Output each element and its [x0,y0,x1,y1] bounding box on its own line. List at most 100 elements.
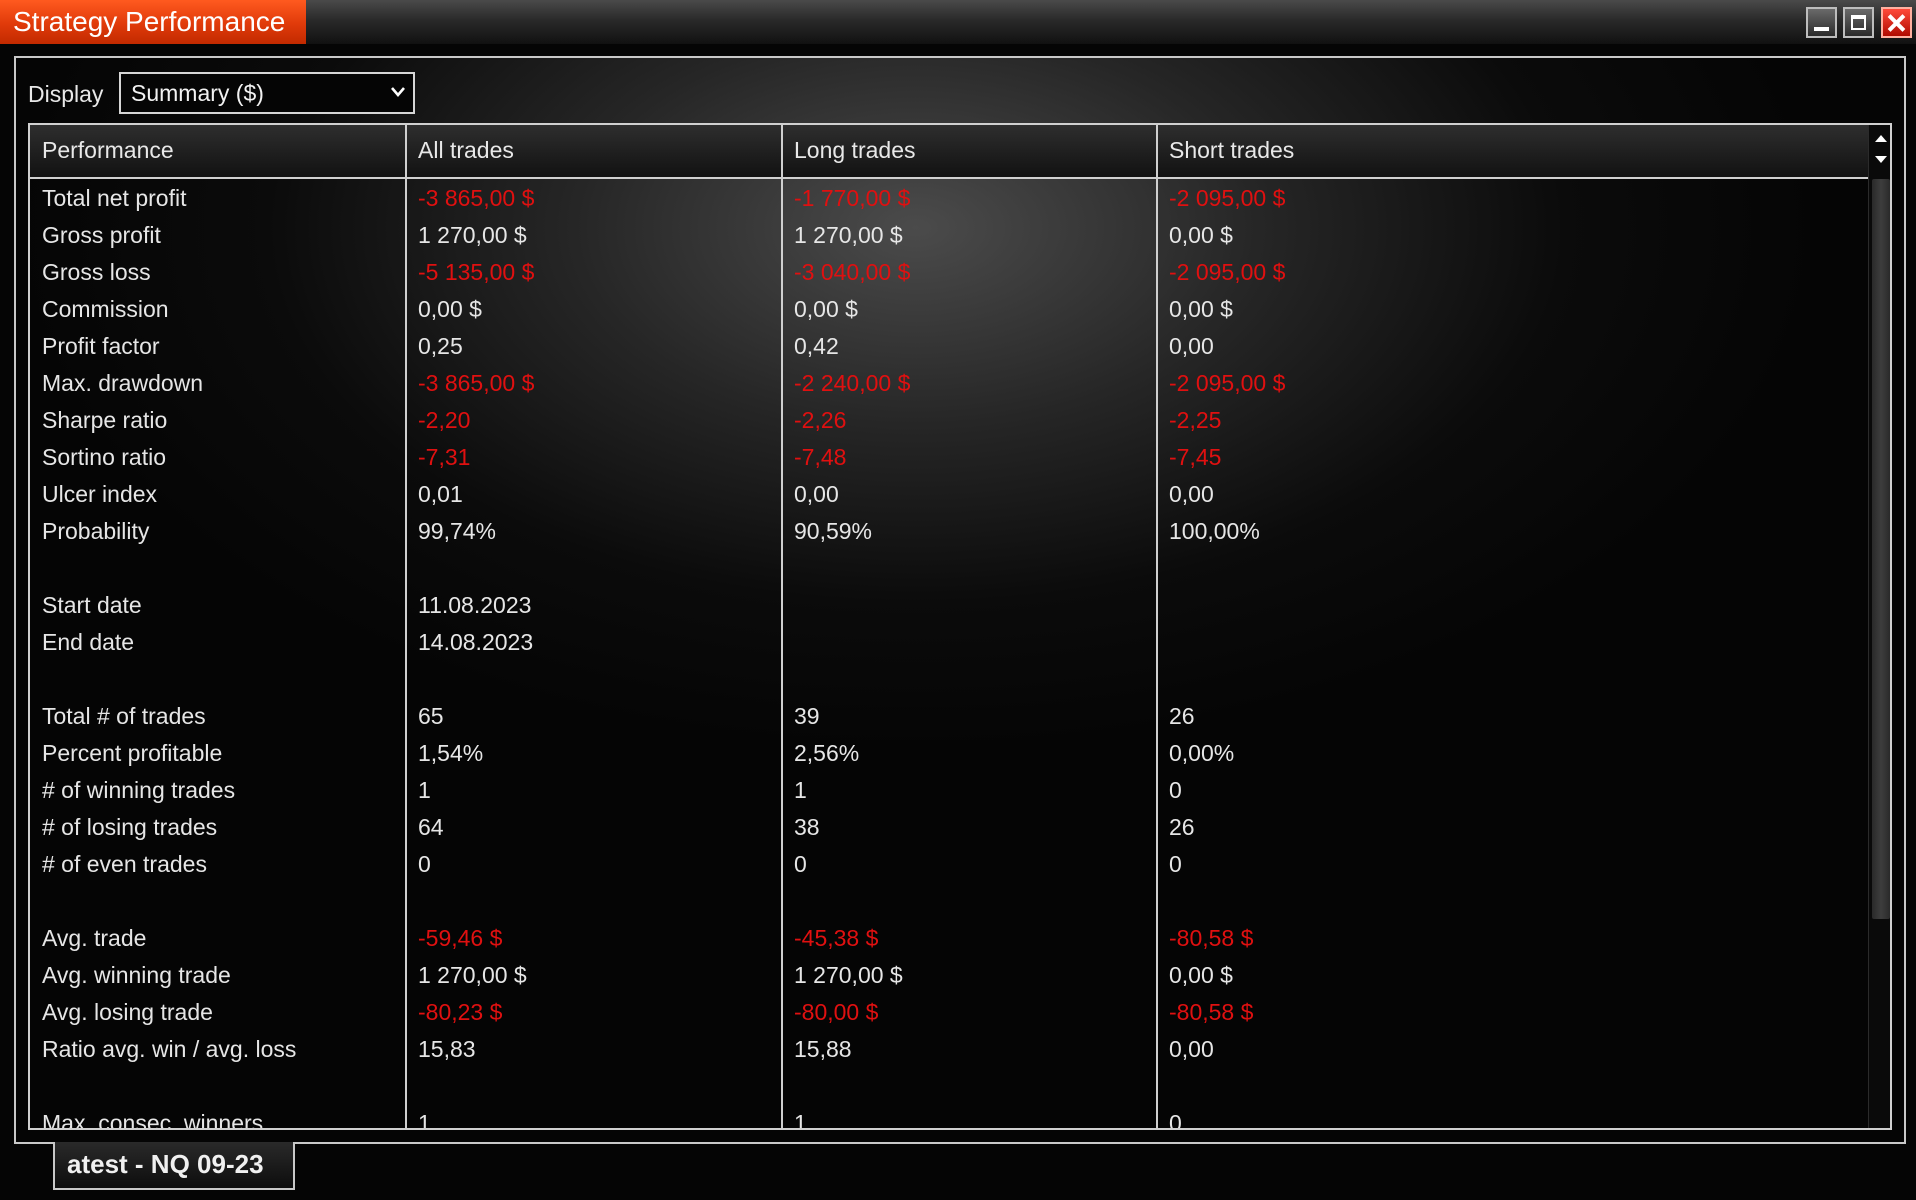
table-cell: 0,00 [1169,1036,1214,1062]
column-header-all-trades[interactable]: All trades [406,125,782,177]
column-header-short-trades[interactable]: Short trades [1157,125,1557,177]
table-cell: -5 135,00 $ [418,259,535,285]
row-label: Sharpe ratio [42,407,168,433]
table-row[interactable] [30,1068,1868,1105]
row-label: Ulcer index [42,481,158,507]
maximize-icon[interactable] [1843,7,1874,38]
table-cell: 1 270,00 $ [794,222,903,248]
table-row[interactable]: Sharpe ratio -2,20 -2,26 -2,25 [30,402,1868,439]
display-selected-value: Summary ($) [131,80,264,106]
table-cell: 15,83 [418,1036,476,1062]
table-row[interactable]: Max. consec. winners 1 1 0 [30,1105,1868,1129]
table-row[interactable]: Start date 11.08.2023 [30,587,1868,624]
table-cell: -2,20 [418,407,471,433]
table-cell: 0,00 $ [1169,296,1233,322]
table-row[interactable] [30,883,1868,920]
table-cell: 0,00 [1169,481,1214,507]
table-row[interactable]: Profit factor 0,25 0,42 0,00 [30,328,1868,365]
table-cell: -2 240,00 $ [794,370,911,396]
table-cell [406,883,782,920]
table-row[interactable]: Commission 0,00 $ 0,00 $ 0,00 $ [30,291,1868,328]
vertical-scrollbar[interactable] [1868,125,1892,1128]
row-label: Start date [42,592,142,618]
row-label: Percent profitable [42,740,223,766]
table-cell: 1,54% [418,740,484,766]
table-row[interactable]: Sortino ratio -7,31 -7,48 -7,45 [30,439,1868,476]
table-cell: 1 270,00 $ [418,962,527,988]
table-cell [782,661,1157,698]
table-cell: 26 [1169,814,1195,840]
table-row[interactable]: Avg. trade -59,46 $ -45,38 $ -80,58 $ [30,920,1868,957]
table-row[interactable]: Probability 99,74% 90,59% 100,00% [30,513,1868,550]
row-label [30,550,406,587]
table-cell: 0,00% [1169,740,1235,766]
table-cell [782,1068,1157,1105]
minimize-icon[interactable] [1806,7,1837,38]
table-cell [1157,1068,1557,1105]
table-row[interactable]: Percent profitable 1,54% 2,56% 0,00% [30,735,1868,772]
table-cell [1157,624,1557,661]
row-label: Profit factor [42,333,160,359]
table-row[interactable]: Avg. winning trade 1 270,00 $ 1 270,00 $ 0,… [30,957,1868,994]
table-row[interactable]: Total # of trades 65 39 26 [30,698,1868,735]
display-label: Display [28,81,104,107]
performance-table: Performance All trades Long trades Short… [28,123,1892,1130]
strategy-tab[interactable]: atest - NQ 09-23 [53,1142,295,1190]
row-label: Probability [42,518,150,544]
row-label: # of even trades [42,851,207,877]
table-row[interactable]: Ulcer index 0,01 0,00 0,00 [30,476,1868,513]
row-label: Avg. losing trade [42,999,213,1025]
table-row[interactable]: # of even trades 0 0 0 [30,846,1868,883]
column-header-performance[interactable]: Performance [30,125,406,177]
table-cell: 0,00 [794,481,839,507]
table-cell: -80,58 $ [1169,999,1254,1025]
table-cell [782,550,1157,587]
row-label: Gross profit [42,222,161,248]
table-row[interactable]: Total net profit -3 865,00 $ -1 770,00 $ -2… [30,180,1868,217]
scrollbar-thumb[interactable] [1872,179,1890,919]
table-row[interactable]: # of winning trades 1 1 0 [30,772,1868,809]
row-label: # of winning trades [42,777,236,803]
row-label: Max. consec. winners [42,1110,264,1129]
display-dropdown[interactable]: Summary ($) [119,72,415,114]
close-icon[interactable] [1881,7,1912,38]
table-cell: 38 [794,814,820,840]
table-cell: 0,01 [418,481,463,507]
table-row[interactable]: Avg. losing trade -80,23 $ -80,00 $ -80,58 … [30,994,1868,1031]
window-title: Strategy Performance [0,0,306,44]
table-cell: 64 [418,814,444,840]
arrow-down-icon[interactable] [1869,149,1892,171]
chevron-down-icon [391,87,405,97]
table-cell [782,883,1157,920]
table-row[interactable]: Ratio avg. win / avg. loss 15,83 15,88 0,00 [30,1031,1868,1068]
row-label [30,1068,406,1105]
arrow-up-icon[interactable] [1869,127,1892,149]
table-cell: 0 [1169,1110,1182,1129]
table-row[interactable] [30,661,1868,698]
table-cell: -2 095,00 $ [1169,185,1286,211]
table-cell: 0,00 $ [418,296,482,322]
table-row[interactable]: Gross profit 1 270,00 $ 1 270,00 $ 0,00 $ [30,217,1868,254]
table-row[interactable]: # of losing trades 64 38 26 [30,809,1868,846]
row-label: Ratio avg. win / avg. loss [42,1036,297,1062]
table-cell [782,624,1157,661]
table-cell [406,661,782,698]
table-cell: 0 [794,851,807,877]
table-cell: 0 [1169,851,1182,877]
table-cell: 99,74% [418,518,497,544]
row-label: Sortino ratio [42,444,167,470]
table-row[interactable]: Max. drawdown -3 865,00 $ -2 240,00 $ -2 09… [30,365,1868,402]
table-cell: -7,45 [1169,444,1222,470]
table-cell: 100,00% [1169,518,1260,544]
table-cell: -3 865,00 $ [418,370,535,396]
table-cell: -3 865,00 $ [418,185,535,211]
row-label: Avg. trade [42,925,147,951]
title-bar[interactable]: Strategy Performance [0,0,1916,44]
table-row[interactable]: End date 14.08.2023 [30,624,1868,661]
row-label: Commission [42,296,169,322]
table-cell: -3 040,00 $ [794,259,911,285]
table-cell: 11.08.2023 [418,592,532,618]
table-row[interactable]: Gross loss -5 135,00 $ -3 040,00 $ -2 095,0… [30,254,1868,291]
column-header-long-trades[interactable]: Long trades [782,125,1157,177]
table-row[interactable] [30,550,1868,587]
